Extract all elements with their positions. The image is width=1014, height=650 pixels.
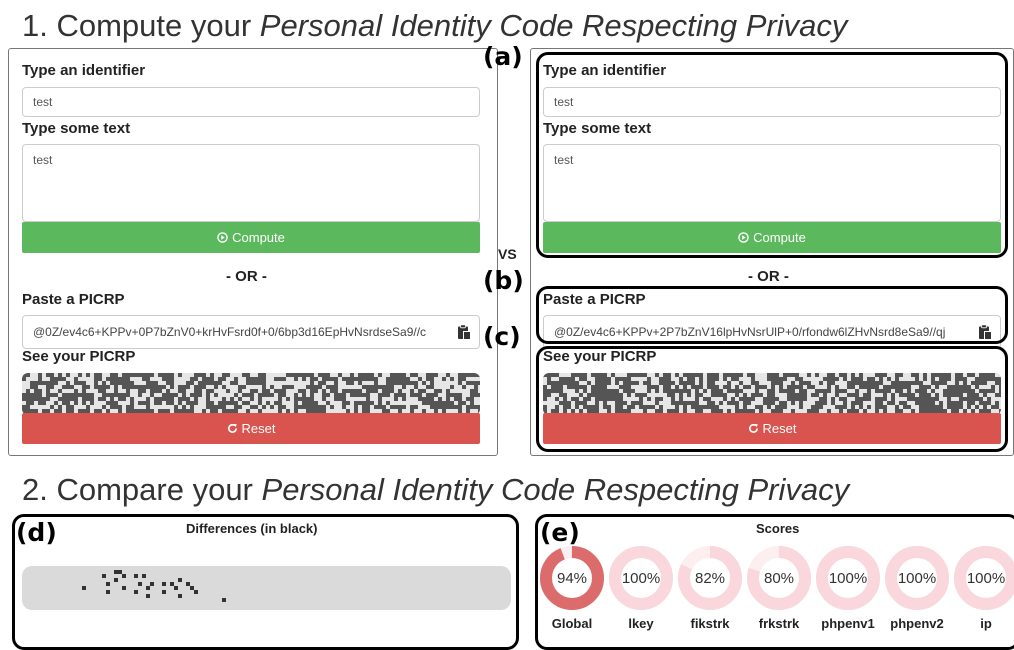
right-text-label: Type some text [543, 120, 652, 137]
differences-image [82, 570, 226, 602]
right-reset-button[interactable]: Reset [543, 413, 1001, 444]
score-value: 100% [966, 569, 1006, 587]
differences-title: Differences (in black) [186, 521, 318, 536]
score-value: 80% [763, 569, 795, 587]
right-text-area[interactable]: test [543, 144, 1001, 222]
score-label: phpenv2 [890, 616, 944, 631]
left-see-label: See your PICRP [22, 348, 136, 365]
score-label: lkey [628, 616, 654, 631]
score-label: Global [551, 616, 593, 631]
annotation-label-b: (b) [483, 266, 524, 295]
score-phpenv2: 100% phpenv2 [885, 546, 949, 631]
left-reset-button[interactable]: Reset [22, 413, 480, 444]
score-lkey: 100% lkey [609, 546, 673, 631]
refresh-icon [748, 423, 758, 433]
clipboard-icon[interactable] [978, 324, 992, 340]
left-reset-label: Reset [241, 421, 276, 436]
score-value: 100% [828, 569, 868, 587]
score-label: ip [980, 616, 992, 631]
section-1-italic: Personal Identity Code Respecting Privac… [259, 8, 848, 43]
score-value: 100% [621, 569, 661, 587]
score-donut: 82% [678, 546, 742, 610]
section-1-number: 1. Compute your [22, 8, 252, 43]
right-compute-label: Compute [753, 230, 806, 245]
annotation-label-e: (e) [540, 518, 580, 547]
right-identifier-label: Type an identifier [543, 62, 667, 79]
score-fikstrk: 82% fikstrk [678, 546, 742, 631]
score-donut: 100% [885, 546, 949, 610]
right-paste-input[interactable]: @0Z/ev4c6+KPPv+2P7bZnV16lpHvNsrUlP+0/rfo… [543, 315, 1001, 349]
left-identifier-input[interactable]: test [22, 87, 480, 117]
left-text-area[interactable]: test [22, 144, 480, 222]
left-picrp-code [22, 373, 480, 415]
left-paste-value: @0Z/ev4c6+KPPv+0P7bZnV0+krHvFsrd0f+0/6bp… [33, 325, 427, 339]
left-identifier-label: Type an identifier [22, 62, 146, 79]
left-paste-label: Paste a PICRP [22, 291, 125, 308]
play-circle-icon [738, 232, 749, 243]
left-text-label: Type some text [22, 120, 131, 137]
left-compute-button[interactable]: Compute [22, 222, 480, 253]
left-or-text: - OR - [226, 268, 267, 285]
score-donut: 100% [609, 546, 673, 610]
section-2-italic: Personal Identity Code Respecting Privac… [261, 472, 850, 507]
section-2-number: 2. Compare your [22, 472, 253, 507]
refresh-icon [227, 423, 237, 433]
score-donut: 80% [747, 546, 811, 610]
picrp-barcode-image [543, 373, 1001, 415]
score-frkstrk: 80% frkstrk [747, 546, 811, 631]
score-phpenv1: 100% phpenv1 [816, 546, 880, 631]
annotation-label-c: (c) [483, 322, 521, 351]
right-paste-value: @0Z/ev4c6+KPPv+2P7bZnV16lpHvNsrUlP+0/rfo… [554, 325, 946, 339]
right-reset-label: Reset [762, 421, 797, 436]
score-label: frkstrk [758, 616, 800, 631]
picrp-barcode-image [22, 373, 480, 415]
score-donut: 94% [540, 546, 604, 610]
annotation-label-a: (a) [483, 42, 523, 71]
right-compute-button[interactable]: Compute [543, 222, 1001, 253]
section-1-title: 1. Compute your Personal Identity Code R… [22, 8, 847, 44]
score-ip: 100% ip [954, 546, 1014, 631]
vs-label: VS [498, 246, 517, 262]
score-donut: 100% [816, 546, 880, 610]
right-identifier-input[interactable]: test [543, 87, 1001, 117]
section-2-title: 2. Compare your Personal Identity Code R… [22, 472, 849, 508]
right-paste-label: Paste a PICRP [543, 291, 646, 308]
score-donut: 100% [954, 546, 1014, 610]
right-picrp-code [543, 373, 1001, 415]
score-value: 82% [694, 569, 726, 587]
right-or-text: - OR - [748, 268, 789, 285]
play-circle-icon [217, 232, 228, 243]
score-label: fikstrk [690, 616, 730, 631]
score-value: 100% [897, 569, 937, 587]
right-see-label: See your PICRP [543, 348, 657, 365]
scores-title: Scores [756, 521, 800, 536]
score-value: 94% [556, 569, 588, 587]
left-paste-input[interactable]: @0Z/ev4c6+KPPv+0P7bZnV0+krHvFsrd0f+0/6bp… [22, 315, 480, 349]
annotation-label-d: (d) [16, 518, 57, 547]
differences-code [22, 566, 511, 610]
clipboard-icon[interactable] [457, 324, 471, 340]
score-label: phpenv1 [821, 616, 875, 631]
score-global: 94% Global [540, 546, 604, 631]
left-compute-label: Compute [232, 230, 285, 245]
